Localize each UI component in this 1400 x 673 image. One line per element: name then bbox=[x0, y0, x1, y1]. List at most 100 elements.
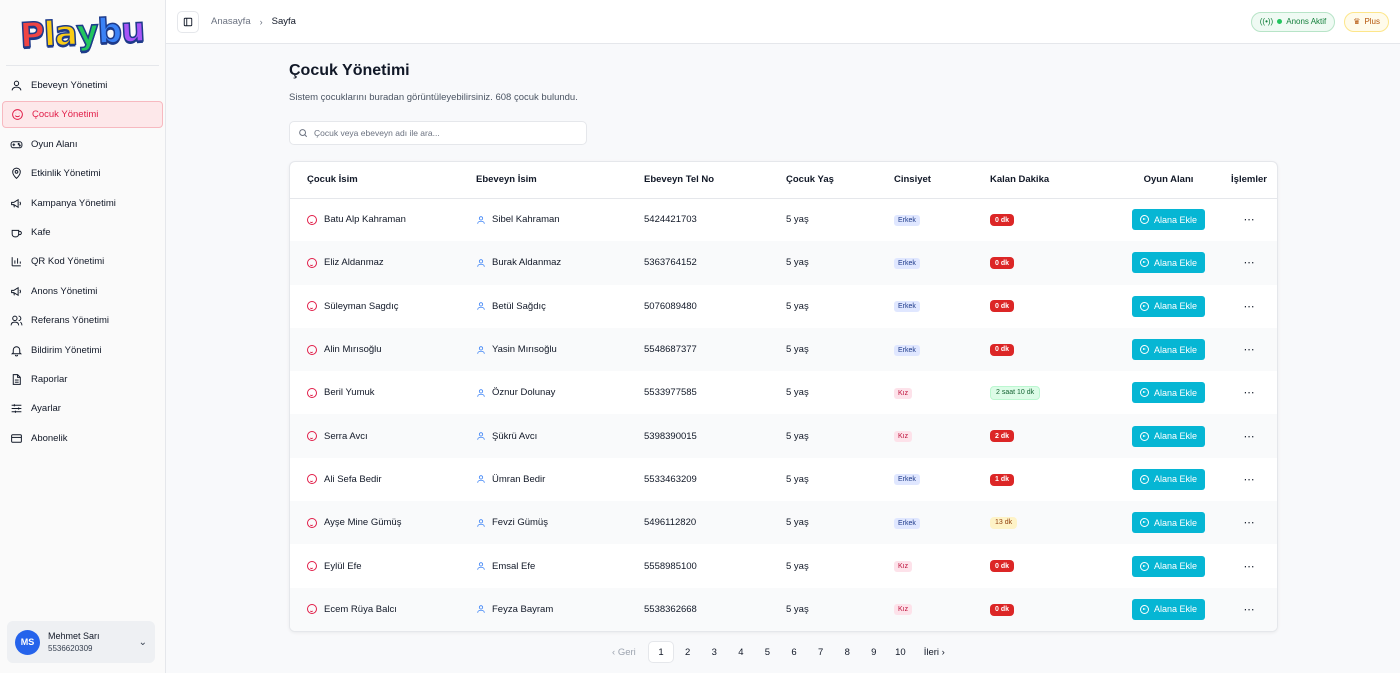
add-to-area-button[interactable]: Alana Ekle bbox=[1132, 339, 1205, 361]
table-row[interactable]: Eylül Efe Emsal Efe 5558985100 5 yaş Kız 0 dk… bbox=[290, 544, 1277, 587]
pagination-page-4[interactable]: 4 bbox=[728, 641, 755, 663]
parent-name[interactable]: Yasin Mırısoğlu bbox=[492, 344, 557, 355]
sidebar-toggle-button[interactable] bbox=[177, 10, 199, 33]
table-row[interactable]: Alin Mırısoğlu Yasin Mırısoğlu 5548687377 5… bbox=[290, 327, 1277, 372]
pagination-page-6[interactable]: 6 bbox=[781, 641, 808, 663]
pagination-page-1[interactable]: 1 bbox=[647, 641, 675, 663]
more-actions-icon[interactable]: ⋯ bbox=[1244, 474, 1255, 486]
child-name[interactable]: Süleyman Sagdıç bbox=[324, 301, 398, 312]
parent-name[interactable]: Ümran Bedir bbox=[492, 474, 545, 485]
parent-name[interactable]: Betül Sağdıç bbox=[492, 301, 546, 312]
table-row[interactable]: Ali Sefa Bedir Ümran Bedir 5533463209 5 yaş… bbox=[290, 458, 1277, 501]
cell-parent-name: Öznur Dolunay bbox=[476, 371, 644, 414]
search-input[interactable] bbox=[314, 128, 578, 138]
parent-name[interactable]: Şükrü Avcı bbox=[492, 431, 537, 442]
pagination-page-2[interactable]: 2 bbox=[674, 641, 701, 663]
child-name[interactable]: Ali Sefa Bedir bbox=[324, 474, 382, 485]
parent-name[interactable]: Öznur Dolunay bbox=[492, 387, 555, 398]
parent-name[interactable]: Feyza Bayram bbox=[492, 604, 553, 615]
sidebar-item-5[interactable]: Kafe bbox=[2, 219, 163, 246]
sidebar-item-1[interactable]: Çocuk Yönetimi bbox=[2, 101, 163, 129]
sidebar-item-10[interactable]: Raporlar bbox=[2, 366, 163, 393]
add-to-area-button[interactable]: Alana Ekle bbox=[1132, 555, 1205, 577]
more-actions-icon[interactable]: ⋯ bbox=[1244, 431, 1255, 443]
pagination-page-5[interactable]: 5 bbox=[754, 641, 781, 663]
pagination-page-8[interactable]: 8 bbox=[834, 641, 861, 663]
add-to-area-button[interactable]: Alana Ekle bbox=[1132, 598, 1205, 620]
more-actions-icon[interactable]: ⋯ bbox=[1244, 257, 1255, 269]
more-actions-icon[interactable]: ⋯ bbox=[1244, 561, 1255, 573]
table-row[interactable]: Batu Alp Kahraman Sibel Kahraman 542442170… bbox=[290, 198, 1277, 241]
parent-name[interactable]: Burak Aldanmaz bbox=[492, 257, 561, 268]
smile-icon bbox=[10, 108, 24, 122]
cell-play-area: Alana Ekle bbox=[1118, 501, 1219, 544]
child-name[interactable]: Alin Mırısoğlu bbox=[324, 344, 382, 355]
pagination-next[interactable]: İleri › bbox=[924, 647, 945, 658]
table-row[interactable]: Serra Avcı Şükrü Avcı 5398390015 5 yaş Kız 2 … bbox=[290, 414, 1277, 458]
sidebar-item-6[interactable]: QR Kod Yönetimi bbox=[2, 248, 163, 275]
pagination-page-9[interactable]: 9 bbox=[861, 641, 888, 663]
child-name[interactable]: Serra Avcı bbox=[324, 431, 368, 442]
pagination-prev[interactable]: ‹ Geri bbox=[612, 647, 636, 658]
add-to-area-button[interactable]: Alana Ekle bbox=[1132, 295, 1205, 317]
pagination-page-7[interactable]: 7 bbox=[807, 641, 834, 663]
sidebar-item-4[interactable]: Kampanya Yönetimi bbox=[2, 190, 163, 217]
cell-gender: Kız bbox=[894, 544, 990, 587]
remaining-time-badge: 0 dk bbox=[990, 560, 1015, 573]
cell-child-age: 5 yaş bbox=[786, 344, 809, 356]
add-to-area-button[interactable]: Alana Ekle bbox=[1132, 209, 1205, 231]
sidebar-item-label: Anons Yönetimi bbox=[31, 285, 98, 297]
more-actions-icon[interactable]: ⋯ bbox=[1244, 301, 1255, 313]
pagination-page-3[interactable]: 3 bbox=[701, 641, 728, 663]
sidebar-item-3[interactable]: Etkinlik Yönetimi bbox=[2, 160, 163, 187]
sidebar-item-8[interactable]: Referans Yönetimi bbox=[2, 307, 163, 334]
announce-status-pill[interactable]: ((•)) Anons Aktif bbox=[1250, 11, 1336, 32]
header-gender: Cinsiyet bbox=[894, 162, 990, 199]
child-name[interactable]: Beril Yumuk bbox=[324, 387, 375, 398]
add-to-area-button[interactable]: Alana Ekle bbox=[1132, 252, 1205, 274]
chevron-down-icon[interactable]: ⌄ bbox=[139, 637, 147, 648]
table-row[interactable]: Beril Yumuk Öznur Dolunay 5533977585 5 yaş K… bbox=[290, 371, 1277, 414]
cell-parent-name: Burak Aldanmaz bbox=[476, 241, 644, 284]
sidebar-item-7[interactable]: Anons Yönetimi bbox=[2, 278, 163, 305]
sidebar-item-label: QR Kod Yönetimi bbox=[31, 256, 105, 268]
child-name[interactable]: Eylül Efe bbox=[324, 561, 362, 572]
add-to-area-button[interactable]: Alana Ekle bbox=[1132, 425, 1205, 447]
child-name[interactable]: Batu Alp Kahraman bbox=[324, 214, 406, 225]
sidebar-item-9[interactable]: Bildirim Yönetimi bbox=[2, 337, 163, 364]
more-actions-icon[interactable]: ⋯ bbox=[1244, 214, 1255, 226]
cell-remaining: 0 dk bbox=[990, 241, 1118, 284]
table-row[interactable]: Eliz Aldanmaz Burak Aldanmaz 5363764152 5 y… bbox=[290, 241, 1277, 285]
smile-icon bbox=[307, 561, 317, 572]
plan-badge[interactable]: ♛ Plus bbox=[1344, 11, 1389, 32]
child-name[interactable]: Ayşe Mine Gümüş bbox=[324, 517, 401, 528]
app-root: Playbu Ebeveyn Yönetimi Çocuk Yönetimi Oyu… bbox=[0, 0, 1400, 673]
user-menu[interactable]: MS Mehmet Sarı 5536620309 ⌄ bbox=[7, 621, 155, 663]
parent-name[interactable]: Sibel Kahraman bbox=[492, 214, 560, 225]
breadcrumb-home[interactable]: Anasayfa bbox=[211, 16, 251, 27]
topbar-actions: ((•)) Anons Aktif ♛ Plus bbox=[1250, 11, 1389, 32]
sidebar-item-2[interactable]: Oyun Alanı bbox=[2, 131, 163, 158]
sidebar-item-11[interactable]: Ayarlar bbox=[2, 395, 163, 422]
sidebar-item-label: Ebeveyn Yönetimi bbox=[31, 80, 108, 91]
sidebar-item-12[interactable]: Abonelik bbox=[2, 425, 163, 452]
child-name[interactable]: Ecem Rüya Balcı bbox=[324, 604, 397, 615]
playbu-logo[interactable]: Playbu bbox=[19, 9, 147, 57]
user-icon bbox=[476, 388, 486, 398]
parent-name[interactable]: Emsal Efe bbox=[492, 561, 535, 572]
more-actions-icon[interactable]: ⋯ bbox=[1244, 344, 1255, 356]
add-to-area-button[interactable]: Alana Ekle bbox=[1132, 512, 1205, 534]
pagination-page-10[interactable]: 10 bbox=[887, 641, 914, 663]
more-actions-icon[interactable]: ⋯ bbox=[1244, 517, 1255, 529]
more-actions-icon[interactable]: ⋯ bbox=[1244, 604, 1255, 616]
table-row[interactable]: Süleyman Sagdıç Betül Sağdıç 5076089480 5 y… bbox=[290, 285, 1277, 328]
parent-name[interactable]: Fevzi Gümüş bbox=[492, 517, 548, 528]
add-to-area-button[interactable]: Alana Ekle bbox=[1132, 468, 1205, 490]
sidebar-item-0[interactable]: Ebeveyn Yönetimi bbox=[2, 72, 163, 99]
more-actions-icon[interactable]: ⋯ bbox=[1244, 387, 1255, 399]
child-name[interactable]: Eliz Aldanmaz bbox=[324, 257, 384, 268]
add-to-area-button[interactable]: Alana Ekle bbox=[1132, 382, 1205, 404]
sidebar-item-label: Etkinlik Yönetimi bbox=[31, 168, 101, 180]
table-row[interactable]: Ayşe Mine Gümüş Fevzi Gümüş 5496112820 5 ya… bbox=[290, 501, 1277, 545]
table-row[interactable]: Ecem Rüya Balcı Feyza Bayram 5538362668 5 y… bbox=[290, 587, 1277, 631]
